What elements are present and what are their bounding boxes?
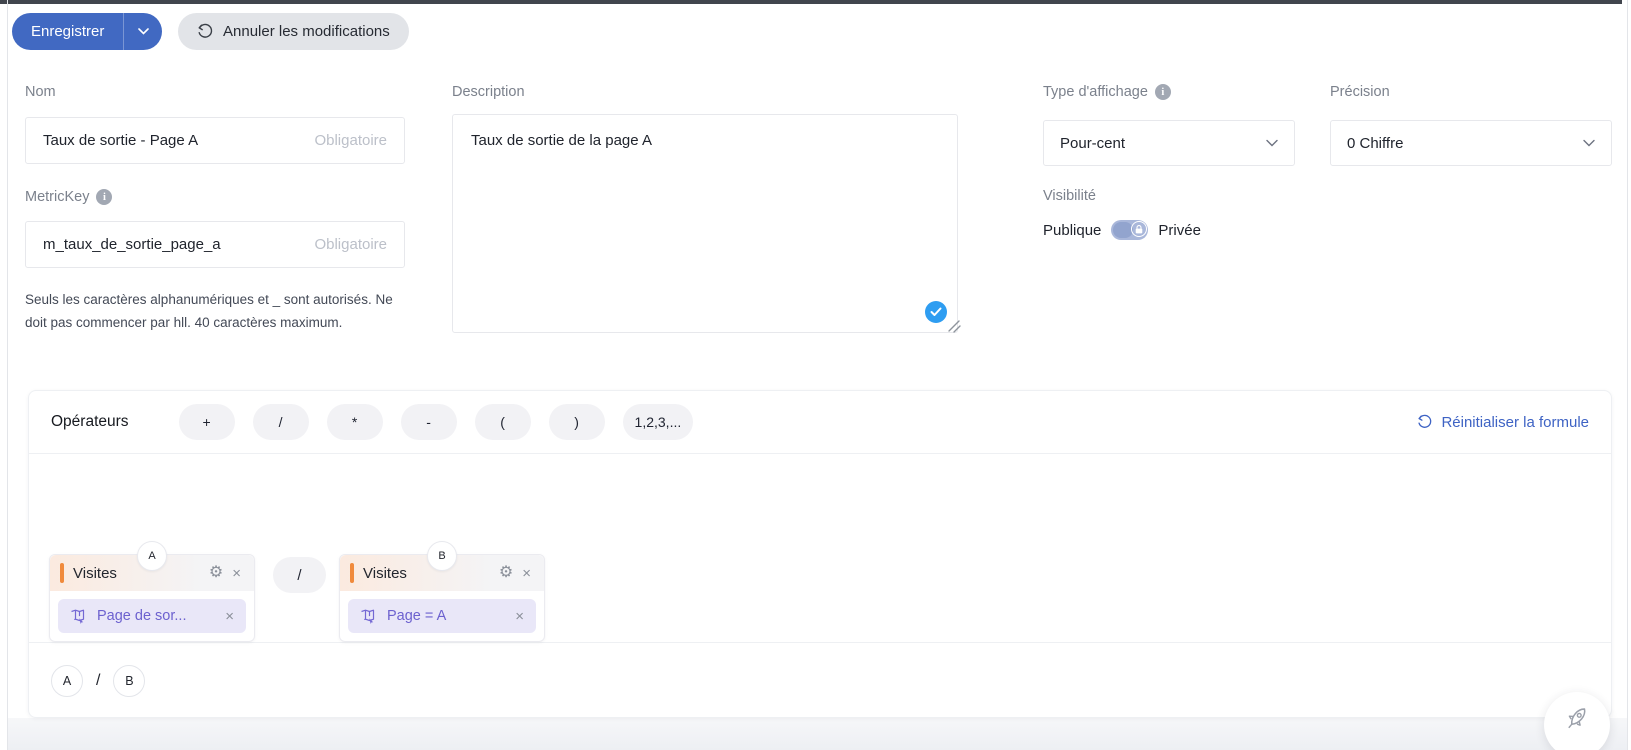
operator-plus-button[interactable]: + [179,404,235,440]
metric-block-b[interactable]: B Visites ⚙ × Page = A × [339,554,545,642]
description-textarea[interactable]: Taux de sortie de la page A [452,114,958,333]
metric-name: Visites [363,565,490,582]
formula-expression-row: A / B [29,643,1611,719]
undo-changes-button[interactable]: Annuler les modifications [178,13,409,50]
metric-key-value: m_taux_de_sortie_page_a [43,236,314,253]
name-required-hint: Obligatoire [314,132,387,149]
save-dropdown-button[interactable] [123,13,162,50]
filter-label: Page = A [387,608,505,624]
gear-icon[interactable]: ⚙ [499,565,513,581]
close-icon[interactable]: × [522,565,531,582]
operator-multiply-button[interactable]: * [327,404,383,440]
reset-formula-label: Réinitialiser la formule [1441,414,1589,431]
display-type-label: Type d'affichage i [1043,84,1171,100]
gear-icon[interactable]: ⚙ [209,565,223,581]
precision-select[interactable]: 0 Chiffre [1330,120,1612,166]
rocket-icon [1563,704,1591,732]
expression-operand-a[interactable]: A [51,665,83,697]
segment-map-icon [70,609,87,624]
operator-close-paren-button[interactable]: ) [549,404,605,440]
reset-formula-link[interactable]: Réinitialiser la formule [1417,414,1589,431]
window-top-strip [0,0,1622,4]
expression-operator: / [96,672,100,690]
save-button[interactable]: Enregistrer [12,13,123,50]
filter-chip[interactable]: Page de sor... × [58,599,246,633]
operator-number-button[interactable]: 1,2,3,... [623,404,694,440]
metric-badge-a: A [137,541,167,571]
expression-operand-b[interactable]: B [113,665,145,697]
description-label: Description [452,84,525,100]
save-split-button[interactable]: Enregistrer [12,13,162,50]
reset-icon [1417,414,1433,430]
precision-value: 0 Chiffre [1347,135,1403,152]
metric-badge-b: B [427,541,457,571]
name-value: Taux de sortie - Page A [43,132,314,149]
visibility-label: Visibilité [1043,188,1096,204]
undo-changes-label: Annuler les modifications [223,23,390,40]
formula-operator-chip[interactable]: / [273,557,326,593]
close-icon[interactable]: × [232,565,241,582]
description-value: Taux de sortie de la page A [471,132,652,149]
precision-label: Précision [1330,84,1390,100]
resize-handle-icon[interactable] [946,318,961,339]
metric-key-input[interactable]: m_taux_de_sortie_page_a Obligatoire [25,221,405,268]
chevron-down-icon [138,28,149,35]
metric-key-help-text: Seuls les caractères alphanumériques et … [25,288,415,334]
close-icon[interactable]: × [225,608,234,625]
metric-key-label: MetricKey i [25,189,112,205]
metric-color-bar [60,563,64,583]
operators-label: Opérateurs [51,413,129,431]
metric-color-bar [350,563,354,583]
filter-chip[interactable]: Page = A × [348,599,536,633]
metric-key-required-hint: Obligatoire [314,236,387,253]
metric-key-label-text: MetricKey [25,189,89,205]
name-label: Nom [25,84,56,100]
panel-left-border [7,0,8,750]
info-icon[interactable]: i [1155,84,1171,100]
operator-divide-button[interactable]: / [253,404,309,440]
formula-builder-card: Opérateurs + / * - ( ) 1,2,3,... Réiniti… [28,390,1612,718]
metric-editor-page: Enregistrer Annuler les modifications No… [0,0,1631,750]
panel-right-border [1627,0,1628,750]
metric-name: Visites [73,565,200,582]
assistant-fab-button[interactable] [1544,692,1610,750]
display-type-label-text: Type d'affichage [1043,84,1148,100]
chevron-down-icon [1266,139,1278,147]
page-footer-background [8,718,1627,750]
display-type-select[interactable]: Pour-cent [1043,120,1295,166]
metric-block-a[interactable]: A Visites ⚙ × Page de sor... × [49,554,255,642]
operator-open-paren-button[interactable]: ( [475,404,531,440]
formula-chips-area: A Visites ⚙ × Page de sor... × / B [29,454,1611,642]
visibility-private-label: Privée [1158,222,1201,239]
close-icon[interactable]: × [515,608,524,625]
name-input[interactable]: Taux de sortie - Page A Obligatoire [25,117,405,164]
display-type-value: Pour-cent [1060,135,1125,152]
operators-row: Opérateurs + / * - ( ) 1,2,3,... Réiniti… [29,391,1611,453]
valid-check-icon [925,301,947,323]
filter-label: Page de sor... [97,608,215,624]
visibility-public-label: Publique [1043,222,1101,239]
visibility-toggle[interactable] [1111,220,1148,240]
info-icon[interactable]: i [96,189,112,205]
toggle-track-fill [1113,222,1133,238]
undo-icon [197,23,214,40]
operator-minus-button[interactable]: - [401,404,457,440]
visibility-toggle-row: Publique Privée [1043,220,1201,240]
lock-icon [1131,221,1147,237]
chevron-down-icon [1583,139,1595,147]
segment-map-icon [360,609,377,624]
